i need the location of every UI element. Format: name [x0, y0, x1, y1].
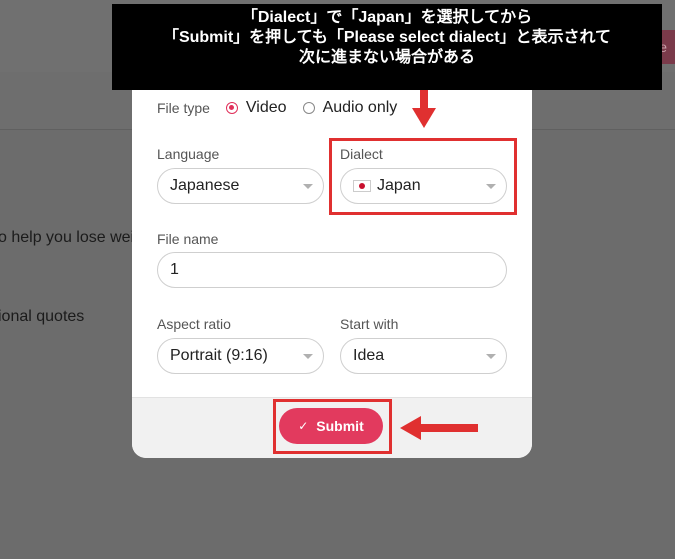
down-arrow-icon — [412, 90, 436, 128]
left-arrow-icon — [400, 416, 478, 440]
annotation-arrows — [400, 90, 478, 440]
